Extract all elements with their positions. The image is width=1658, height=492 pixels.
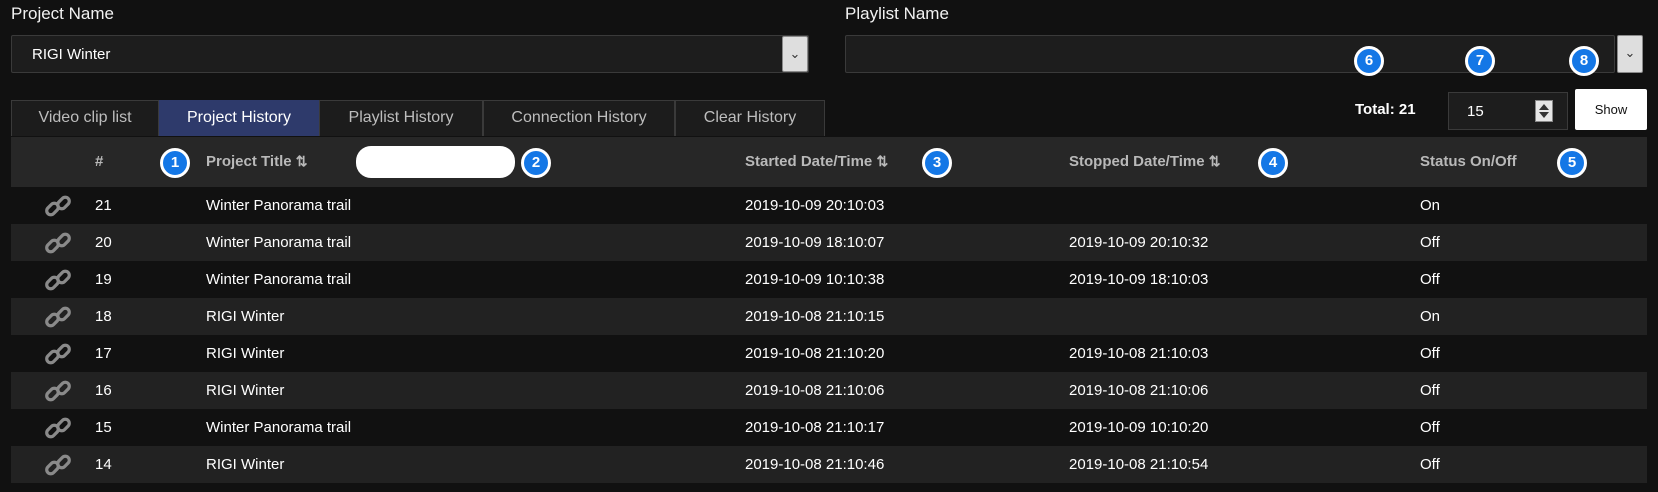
- annotation-badge-8: 8: [1569, 46, 1599, 76]
- row-status: Off: [1420, 456, 1440, 473]
- column-header-project-title[interactable]: Project Title ⇅: [206, 153, 308, 170]
- spinner-up-icon[interactable]: [1539, 104, 1549, 110]
- row-stopped-datetime: 2019-10-08 21:10:06: [1069, 382, 1209, 399]
- row-project-title: RIGI Winter: [206, 345, 285, 362]
- row-number: 20: [95, 234, 112, 251]
- column-header-started[interactable]: Started Date/Time ⇅: [745, 153, 888, 170]
- row-status: Off: [1420, 382, 1440, 399]
- link-icon[interactable]: [42, 376, 74, 406]
- total-count: Total: 21: [1355, 101, 1416, 118]
- project-title-filter-input[interactable]: [356, 146, 515, 178]
- row-status: Off: [1420, 345, 1440, 362]
- row-started-datetime: 2019-10-08 21:10:46: [745, 456, 885, 473]
- row-started-datetime: 2019-10-08 21:10:15: [745, 308, 885, 325]
- row-number: 16: [95, 382, 112, 399]
- page-size-stepper[interactable]: 15: [1448, 92, 1568, 130]
- spinner-arrows-icon[interactable]: [1535, 100, 1553, 122]
- table-row[interactable]: 20 Winter Panorama trail 2019-10-09 18:10:…: [11, 224, 1647, 261]
- row-number: 21: [95, 197, 112, 214]
- annotation-badge-3: 3: [922, 148, 952, 178]
- table-header: # 1 Project Title ⇅ 2 Started Date/Time …: [11, 137, 1647, 187]
- sort-icon[interactable]: ⇅: [296, 153, 308, 169]
- row-number: 17: [95, 345, 112, 362]
- row-project-title: RIGI Winter: [206, 456, 285, 473]
- row-stopped-datetime: 2019-10-08 21:10:03: [1069, 345, 1209, 362]
- row-stopped-datetime: 2019-10-09 10:10:20: [1069, 419, 1209, 436]
- row-started-datetime: 2019-10-09 20:10:03: [745, 197, 885, 214]
- tab-connection-history[interactable]: Connection History: [483, 100, 675, 136]
- row-number: 18: [95, 308, 112, 325]
- annotation-badge-4: 4: [1258, 148, 1288, 178]
- table-row[interactable]: 15 Winter Panorama trail 2019-10-08 21:10:…: [11, 409, 1647, 446]
- chevron-down-icon: ⌄: [789, 46, 801, 61]
- row-stopped-datetime: 2019-10-09 20:10:32: [1069, 234, 1209, 251]
- row-stopped-datetime: 2019-10-08 21:10:54: [1069, 456, 1209, 473]
- column-header-status: Status On/Off: [1420, 153, 1517, 170]
- column-header-stopped[interactable]: Stopped Date/Time ⇅: [1069, 153, 1221, 170]
- annotation-badge-2: 2: [521, 148, 551, 178]
- annotation-badge-5: 5: [1557, 148, 1587, 178]
- tab-clear-history[interactable]: Clear History: [675, 100, 825, 136]
- row-status: Off: [1420, 271, 1440, 288]
- row-number: 14: [95, 456, 112, 473]
- annotation-badge-1: 1: [160, 148, 190, 178]
- page-size-value: 15: [1467, 103, 1484, 120]
- sort-icon[interactable]: ⇅: [1209, 153, 1221, 169]
- row-status: On: [1420, 197, 1441, 214]
- link-icon[interactable]: [42, 339, 74, 369]
- column-stopped-label: Stopped Date/Time: [1069, 153, 1205, 170]
- tab-playlist-history[interactable]: Playlist History: [319, 100, 483, 136]
- annotation-badge-6: 6: [1354, 46, 1384, 76]
- project-select-value: RIGI Winter: [32, 46, 111, 63]
- sort-icon[interactable]: ⇅: [876, 153, 888, 169]
- project-select[interactable]: RIGI Winter ⌄: [11, 35, 809, 73]
- table-row[interactable]: 16 RIGI Winter 2019-10-08 21:10:06 2019-10-…: [11, 372, 1647, 409]
- row-project-title: Winter Panorama trail: [206, 271, 352, 288]
- table-row[interactable]: 17 RIGI Winter 2019-10-08 21:10:20 2019-10-…: [11, 335, 1647, 372]
- table-row[interactable]: 21 Winter Panorama trail 2019-10-09 20:10:…: [11, 187, 1647, 224]
- table-row[interactable]: 19 Winter Panorama trail 2019-10-09 10:10:…: [11, 261, 1647, 298]
- row-started-datetime: 2019-10-08 21:10:17: [745, 419, 885, 436]
- row-project-title: Winter Panorama trail: [206, 419, 352, 436]
- row-stopped-datetime: 2019-10-09 18:10:03: [1069, 271, 1209, 288]
- annotation-badge-7: 7: [1465, 46, 1495, 76]
- link-icon[interactable]: [42, 191, 74, 221]
- row-number: 19: [95, 271, 112, 288]
- chevron-down-icon: ⌄: [1624, 45, 1636, 60]
- row-started-datetime: 2019-10-09 10:10:38: [745, 271, 885, 288]
- spinner-down-icon[interactable]: [1539, 112, 1549, 118]
- row-number: 15: [95, 419, 112, 436]
- row-project-title: Winter Panorama trail: [206, 234, 352, 251]
- playlist-name-label: Playlist Name: [845, 4, 949, 23]
- column-header-number: #: [95, 153, 104, 170]
- project-dropdown-button[interactable]: ⌄: [782, 36, 808, 72]
- row-status: Off: [1420, 234, 1440, 251]
- link-icon[interactable]: [42, 450, 74, 480]
- row-started-datetime: 2019-10-08 21:10:20: [745, 345, 885, 362]
- column-title-label: Project Title: [206, 153, 292, 170]
- tab-project-history[interactable]: Project History: [159, 100, 319, 136]
- link-icon[interactable]: [42, 265, 74, 295]
- column-started-label: Started Date/Time: [745, 153, 873, 170]
- project-name-label: Project Name: [11, 4, 114, 23]
- playlist-dropdown-button[interactable]: ⌄: [1617, 35, 1643, 73]
- tab-video-clip-list[interactable]: Video clip list: [11, 100, 159, 136]
- row-status: Off: [1420, 419, 1440, 436]
- table-row[interactable]: 14 RIGI Winter 2019-10-08 21:10:46 2019-10-…: [11, 446, 1647, 483]
- link-icon[interactable]: [42, 228, 74, 258]
- row-project-title: RIGI Winter: [206, 308, 285, 325]
- row-status: On: [1420, 308, 1441, 325]
- show-button[interactable]: Show: [1575, 89, 1647, 130]
- table-row[interactable]: 18 RIGI Winter 2019-10-08 21:10:15 On: [11, 298, 1647, 335]
- playlist-select[interactable]: [845, 35, 1615, 73]
- row-started-datetime: 2019-10-08 21:10:06: [745, 382, 885, 399]
- row-project-title: RIGI Winter: [206, 382, 285, 399]
- row-started-datetime: 2019-10-09 18:10:07: [745, 234, 885, 251]
- link-icon[interactable]: [42, 413, 74, 443]
- row-project-title: Winter Panorama trail: [206, 197, 352, 214]
- link-icon[interactable]: [42, 302, 74, 332]
